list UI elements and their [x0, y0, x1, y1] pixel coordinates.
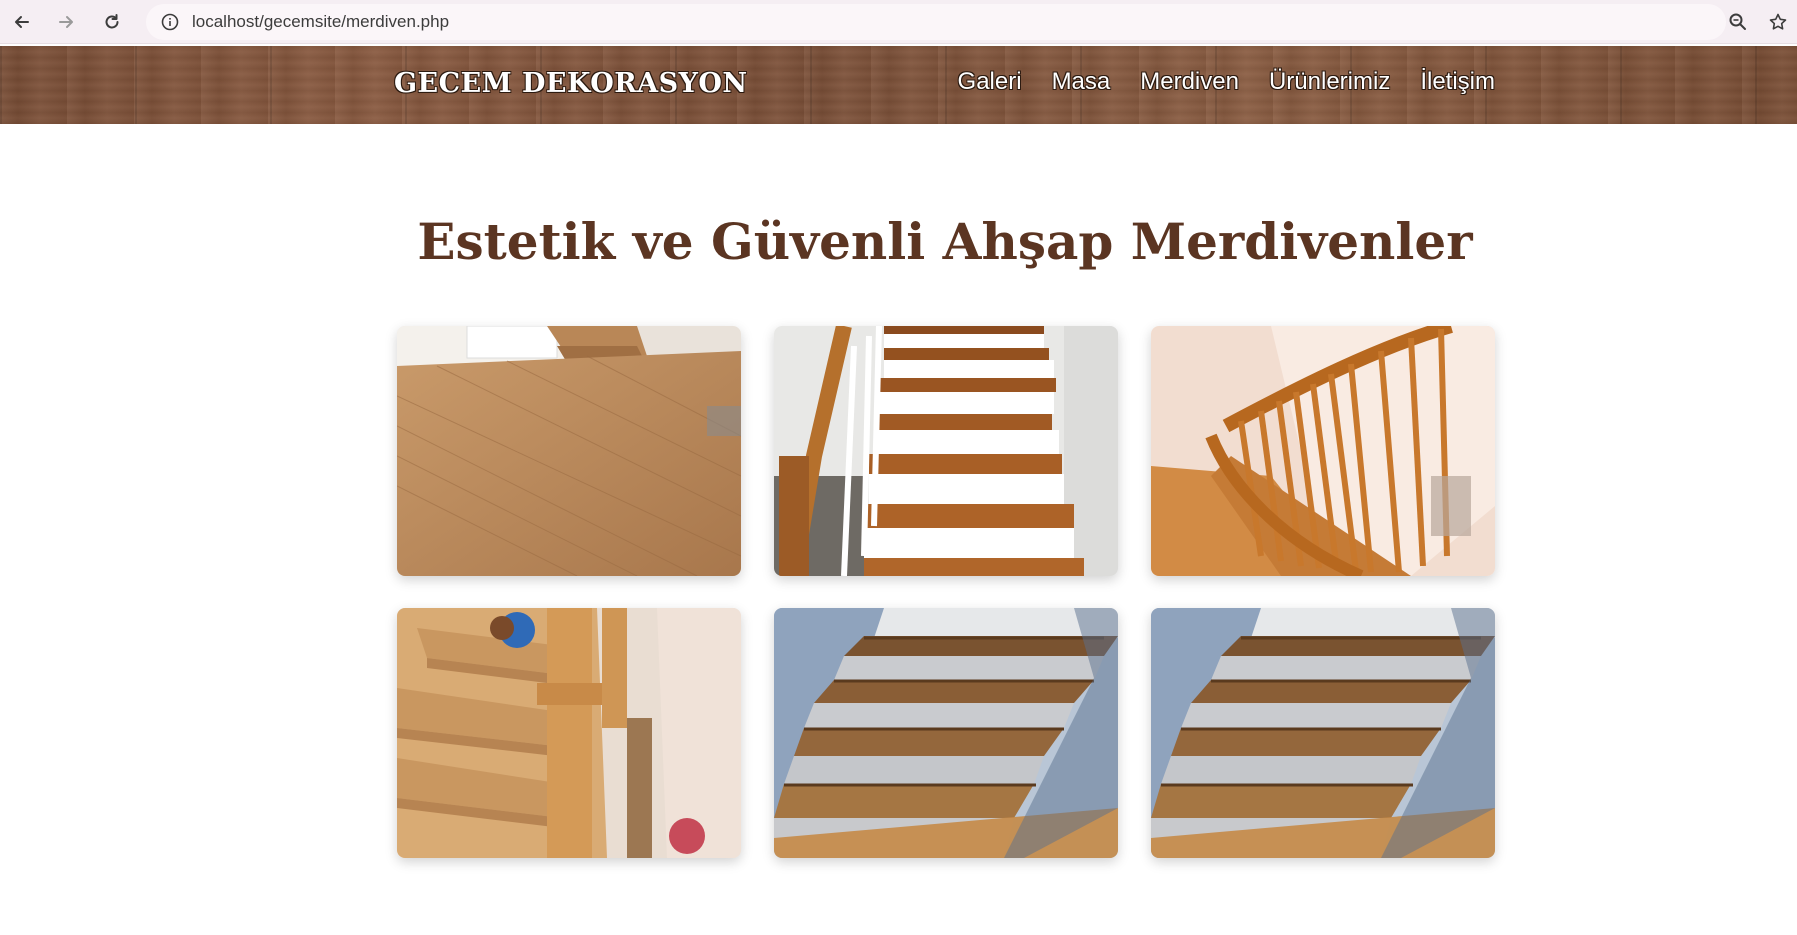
nav-link-urunlerimiz[interactable]: Ürünlerimiz: [1269, 68, 1390, 96]
page-title: Estetik ve Güvenli Ahşap Merdivenler: [417, 212, 1473, 271]
stair-gallery: [397, 326, 1495, 858]
address-bar[interactable]: localhost/gecemsite/merdiven.php: [146, 4, 1726, 40]
back-arrow-icon[interactable]: [6, 6, 38, 38]
bookmark-star-icon[interactable]: [1762, 6, 1794, 38]
gallery-image[interactable]: [397, 608, 741, 858]
gallery-image[interactable]: [774, 608, 1118, 858]
main-nav: Galeri Masa Merdiven Ürünlerimiz İletişi…: [958, 68, 1495, 96]
zoom-icon[interactable]: [1722, 6, 1754, 38]
nav-link-masa[interactable]: Masa: [1052, 68, 1111, 96]
gallery-image[interactable]: [397, 326, 741, 576]
url-text[interactable]: localhost/gecemsite/merdiven.php: [192, 12, 449, 32]
forward-arrow-icon[interactable]: [50, 6, 82, 38]
browser-toolbar: localhost/gecemsite/merdiven.php: [0, 0, 1797, 44]
reload-icon[interactable]: [96, 6, 128, 38]
nav-link-iletisim[interactable]: İletişim: [1420, 68, 1495, 96]
gallery-image[interactable]: [774, 326, 1118, 576]
nav-link-galeri[interactable]: Galeri: [958, 68, 1022, 96]
site-logo[interactable]: GECEM DEKORASYON: [394, 68, 748, 99]
site-info-icon[interactable]: [152, 4, 188, 40]
site-header: GECEM DEKORASYON Galeri Masa Merdiven Ür…: [0, 46, 1797, 124]
gallery-image[interactable]: [1151, 608, 1495, 858]
nav-link-merdiven[interactable]: Merdiven: [1140, 68, 1239, 96]
gallery-image[interactable]: [1151, 326, 1495, 576]
